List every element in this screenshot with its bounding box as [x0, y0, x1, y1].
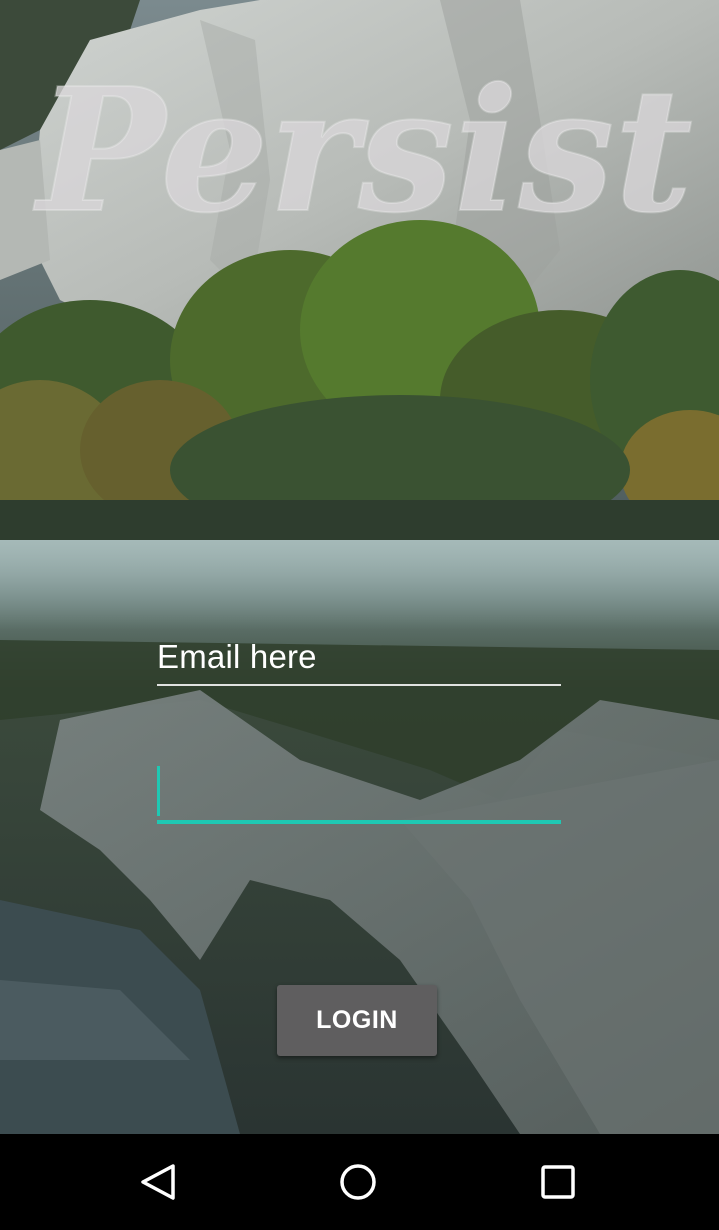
navigation-bar: [0, 1134, 719, 1230]
email-field[interactable]: Email here: [157, 628, 561, 686]
home-circle-icon[interactable]: [338, 1162, 378, 1202]
back-triangle-icon[interactable]: [139, 1162, 179, 1202]
text-cursor: [157, 766, 160, 816]
password-underline: [157, 820, 561, 824]
login-screen: Persist Email here LOGIN: [0, 0, 719, 1230]
password-field[interactable]: [157, 760, 561, 824]
email-underline: [157, 684, 561, 686]
logo-text: Persist: [33, 51, 693, 250]
login-button[interactable]: LOGIN: [277, 985, 437, 1056]
email-placeholder: Email here: [157, 638, 317, 675]
recent-apps-square-icon[interactable]: [538, 1162, 578, 1202]
app-logo: Persist: [32, 50, 694, 250]
